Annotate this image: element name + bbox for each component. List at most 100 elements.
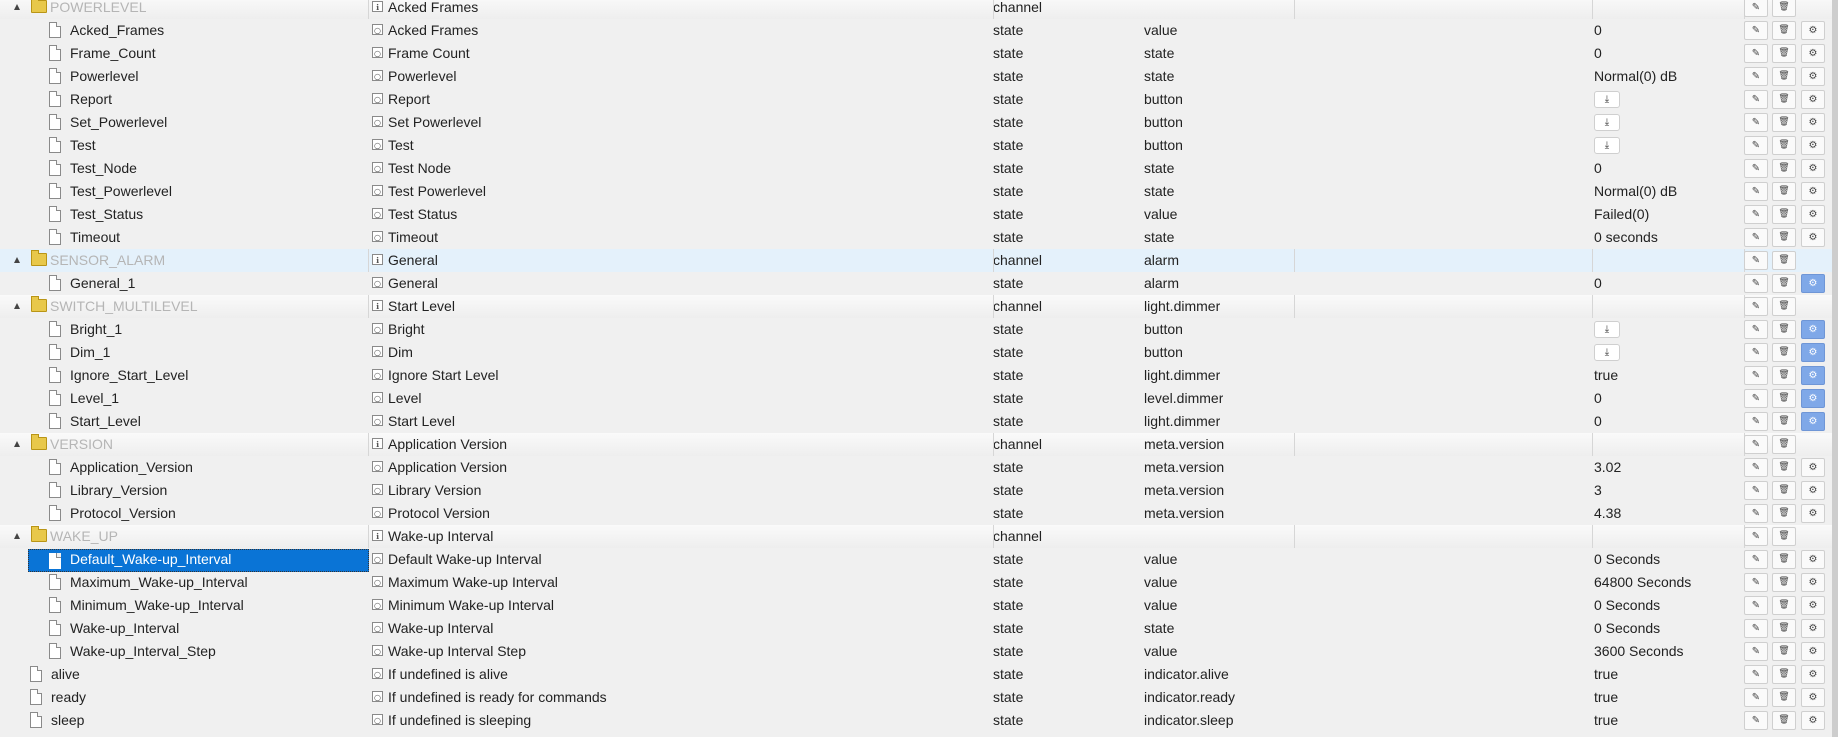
tree-row[interactable]: Set_Powerlevel ○ Set Powerlevel state button… <box>0 111 1838 134</box>
object-value[interactable]: true <box>1594 663 1618 686</box>
object-id[interactable]: Test_Status <box>70 203 143 226</box>
object-value[interactable]: Normal(0) dB <box>1594 65 1677 88</box>
trash-icon[interactable]: 🗑 <box>1772 274 1796 293</box>
tree-row[interactable]: alive ○ If undefined is alive state indicato… <box>0 663 1838 686</box>
tree-row[interactable]: Powerlevel ○ Powerlevel state state Normal(0)… <box>0 65 1838 88</box>
pencil-icon[interactable]: ✎ <box>1744 228 1768 247</box>
tree-row[interactable]: Ignore_Start_Level ○ Ignore Start Level sta… <box>0 364 1838 387</box>
gear-icon[interactable]: ⚙ <box>1801 21 1825 40</box>
object-name[interactable]: Test <box>388 134 414 157</box>
object-value[interactable]: 0 Seconds <box>1594 548 1660 571</box>
trash-icon[interactable]: 🗑 <box>1772 688 1796 707</box>
trash-icon[interactable]: 🗑 <box>1772 366 1796 385</box>
object-name[interactable]: Ignore Start Level <box>388 364 499 387</box>
object-name[interactable]: If undefined is sleeping <box>388 709 531 732</box>
gear-icon[interactable]: ⚙ <box>1801 504 1825 523</box>
tree-row[interactable]: sleep ○ If undefined is sleeping state indic… <box>0 709 1838 732</box>
pencil-icon[interactable]: ✎ <box>1744 389 1768 408</box>
object-name[interactable]: Acked Frames <box>388 0 478 19</box>
object-name[interactable]: Dim <box>388 341 413 364</box>
gear-icon[interactable]: ⚙ <box>1801 44 1825 63</box>
object-name[interactable]: Wake-up Interval <box>388 617 493 640</box>
gear-icon[interactable]: ⚙ <box>1801 182 1825 201</box>
tree-row[interactable]: Wake-up_Interval_Step ○ Wake-up Interval S… <box>0 640 1838 663</box>
tree-row[interactable]: Report ○ Report state button ⤓ ✎ 🗑 ⚙ <box>0 88 1838 111</box>
pencil-icon[interactable]: ✎ <box>1744 596 1768 615</box>
object-value[interactable]: Failed(0) <box>1594 203 1649 226</box>
object-value[interactable]: 0 seconds <box>1594 226 1658 249</box>
object-id[interactable]: Test <box>70 134 96 157</box>
tree-row[interactable]: ready ○ If undefined is ready for commands… <box>0 686 1838 709</box>
collapse-arrow-icon[interactable] <box>14 533 20 539</box>
object-id[interactable]: Level_1 <box>70 387 119 410</box>
tree-row[interactable]: Dim_1 ○ Dim state button ⤓ ✎ 🗑 ⚙ <box>0 341 1838 364</box>
gear-icon[interactable]: ⚙ <box>1801 688 1825 707</box>
trash-icon[interactable]: 🗑 <box>1772 136 1796 155</box>
trash-icon[interactable]: 🗑 <box>1772 67 1796 86</box>
download-icon[interactable]: ⤓ <box>1594 137 1620 154</box>
trash-icon[interactable]: 🗑 <box>1772 343 1796 362</box>
object-name[interactable]: Set Powerlevel <box>388 111 481 134</box>
object-name[interactable]: Application Version <box>388 433 507 456</box>
pencil-icon[interactable]: ✎ <box>1744 159 1768 178</box>
pencil-icon[interactable]: ✎ <box>1744 182 1768 201</box>
trash-icon[interactable]: 🗑 <box>1772 251 1796 270</box>
download-icon[interactable]: ⤓ <box>1594 321 1620 338</box>
object-name[interactable]: Wake-up Interval Step <box>388 640 526 663</box>
pencil-icon[interactable]: ✎ <box>1744 642 1768 661</box>
object-id[interactable]: ready <box>51 686 86 709</box>
trash-icon[interactable]: 🗑 <box>1772 619 1796 638</box>
object-value[interactable]: 0 <box>1594 157 1602 180</box>
pencil-icon[interactable]: ✎ <box>1744 343 1768 362</box>
vertical-scrollbar[interactable] <box>1832 0 1838 737</box>
tree-row[interactable]: Start_Level ○ Start Level state light.dimmer… <box>0 410 1838 433</box>
object-name[interactable]: Frame Count <box>388 42 470 65</box>
object-value[interactable]: true <box>1594 686 1618 709</box>
object-name[interactable]: General <box>388 272 438 295</box>
trash-icon[interactable]: 🗑 <box>1772 412 1796 431</box>
object-id[interactable]: Application_Version <box>70 456 193 479</box>
download-icon[interactable]: ⤓ <box>1594 344 1620 361</box>
trash-icon[interactable]: 🗑 <box>1772 0 1796 17</box>
collapse-arrow-icon[interactable] <box>14 257 20 263</box>
object-id[interactable]: Frame_Count <box>70 42 156 65</box>
object-id[interactable]: Dim_1 <box>70 341 110 364</box>
object-value[interactable]: 3 <box>1594 479 1602 502</box>
gear-icon[interactable]: ⚙ <box>1801 389 1825 408</box>
gear-icon[interactable]: ⚙ <box>1801 665 1825 684</box>
object-value[interactable]: 0 <box>1594 272 1602 295</box>
trash-icon[interactable]: 🗑 <box>1772 90 1796 109</box>
pencil-icon[interactable]: ✎ <box>1744 251 1768 270</box>
tree-row[interactable]: Maximum_Wake-up_Interval ○ Maximum Wake-up… <box>0 571 1838 594</box>
pencil-icon[interactable]: ✎ <box>1744 274 1768 293</box>
gear-icon[interactable]: ⚙ <box>1801 343 1825 362</box>
gear-icon[interactable]: ⚙ <box>1801 113 1825 132</box>
tree-row[interactable]: Test_Node ○ Test Node state state 0 ✎ 🗑 ⚙ <box>0 157 1838 180</box>
object-value[interactable]: 0 <box>1594 410 1602 433</box>
pencil-icon[interactable]: ✎ <box>1744 527 1768 546</box>
gear-icon[interactable]: ⚙ <box>1801 274 1825 293</box>
pencil-icon[interactable]: ✎ <box>1744 21 1768 40</box>
object-id[interactable]: alive <box>51 663 80 686</box>
object-value[interactable]: 0 Seconds <box>1594 617 1660 640</box>
object-name[interactable]: Test Node <box>388 157 451 180</box>
trash-icon[interactable]: 🗑 <box>1772 458 1796 477</box>
object-name[interactable]: Level <box>388 387 421 410</box>
trash-icon[interactable]: 🗑 <box>1772 504 1796 523</box>
object-id[interactable]: General_1 <box>70 272 135 295</box>
gear-icon[interactable]: ⚙ <box>1801 205 1825 224</box>
tree-row[interactable]: Bright_1 ○ Bright state button ⤓ ✎ 🗑 ⚙ <box>0 318 1838 341</box>
trash-icon[interactable]: 🗑 <box>1772 527 1796 546</box>
collapse-arrow-icon[interactable] <box>14 441 20 447</box>
object-id[interactable]: Wake-up_Interval <box>70 617 179 640</box>
download-icon[interactable]: ⤓ <box>1594 114 1620 131</box>
tree-row[interactable]: Test_Powerlevel ○ Test Powerlevel state stat… <box>0 180 1838 203</box>
object-name[interactable]: Powerlevel <box>388 65 456 88</box>
tree-row[interactable]: Test ○ Test state button ⤓ ✎ 🗑 ⚙ <box>0 134 1838 157</box>
pencil-icon[interactable]: ✎ <box>1744 136 1768 155</box>
object-name[interactable]: Default Wake-up Interval <box>388 548 542 571</box>
object-id[interactable]: POWERLEVEL <box>50 0 146 19</box>
object-name[interactable]: Acked Frames <box>388 19 478 42</box>
trash-icon[interactable]: 🗑 <box>1772 21 1796 40</box>
gear-icon[interactable]: ⚙ <box>1801 596 1825 615</box>
